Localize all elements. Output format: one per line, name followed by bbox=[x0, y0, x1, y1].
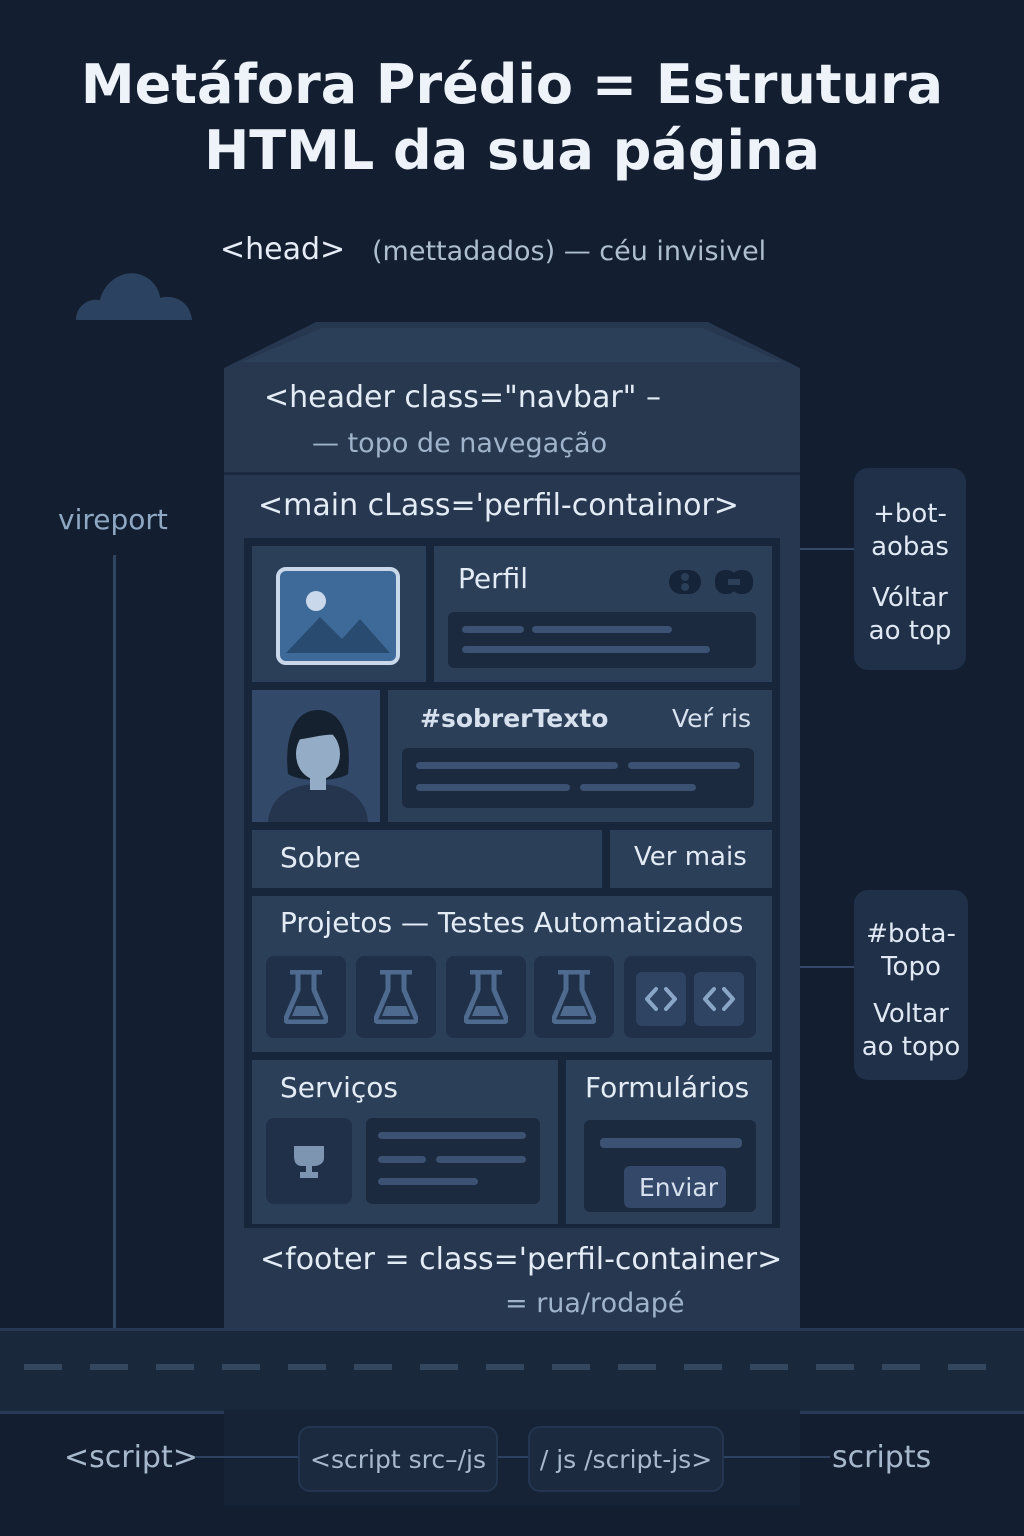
script-src-box: <script src–/js bbox=[298, 1426, 498, 1492]
formularios-label: Formulários bbox=[585, 1071, 750, 1104]
head-note-label: (mettadados) — céu invisivel bbox=[372, 236, 767, 267]
head-tag-label: <head> bbox=[220, 232, 346, 267]
scripts-label: scripts bbox=[832, 1440, 932, 1475]
road-dash bbox=[750, 1364, 788, 1370]
road bbox=[0, 1328, 1024, 1414]
side-box-line: +bot- bbox=[873, 499, 947, 529]
script-js-box: / js /script-js> bbox=[528, 1426, 724, 1492]
side-box-line: ao top bbox=[868, 616, 952, 646]
sobre-label: Sobre bbox=[280, 841, 361, 874]
road-dash bbox=[222, 1364, 260, 1370]
footer-note-label: = rua/rodapé bbox=[505, 1288, 685, 1319]
side-box-line: Vóltar bbox=[872, 583, 948, 613]
text-line bbox=[436, 1156, 526, 1163]
road-dash bbox=[882, 1364, 920, 1370]
text-line bbox=[462, 646, 710, 653]
road-dash bbox=[816, 1364, 854, 1370]
title-line-1: Metáfora Prédio = Estrutura bbox=[80, 53, 944, 116]
cloud-icon bbox=[76, 273, 192, 320]
connector-line bbox=[800, 548, 856, 550]
servicos-label: Serviços bbox=[280, 1071, 398, 1104]
road-dash bbox=[684, 1364, 722, 1370]
text-line bbox=[378, 1132, 526, 1139]
header-tag-label: <header class="navbar" – bbox=[264, 380, 662, 415]
text-line bbox=[462, 626, 524, 633]
footer-tag-label: <footer = class='perfil-container> bbox=[260, 1242, 783, 1277]
script-wire bbox=[190, 1456, 300, 1458]
connector-line bbox=[800, 966, 856, 968]
road-dash bbox=[354, 1364, 392, 1370]
text-line bbox=[416, 784, 570, 791]
road-dash bbox=[90, 1364, 128, 1370]
back-to-top-box-2[interactable]: #bota- Topo Voltar ao topo bbox=[854, 890, 968, 1080]
ver-ris-label: Veŕ ris bbox=[672, 704, 752, 733]
title-line-2: HTML da sua página bbox=[204, 119, 820, 182]
text-line bbox=[532, 626, 672, 633]
road-dash bbox=[288, 1364, 326, 1370]
viewport-label: vireport bbox=[58, 503, 168, 536]
road-dash bbox=[24, 1364, 62, 1370]
script-wire bbox=[498, 1456, 530, 1458]
text-line bbox=[628, 762, 740, 769]
main-tag-label: <main cLass='perfil-containor> bbox=[258, 488, 739, 523]
script-wire bbox=[724, 1456, 830, 1458]
projetos-label: Projetos — Testes Automatizados bbox=[280, 906, 744, 939]
flask-icon bbox=[374, 970, 418, 1024]
back-to-top-box-1[interactable]: +bot- aobas Vóltar ao top bbox=[854, 468, 966, 670]
building-roof bbox=[224, 322, 800, 368]
script-tag-label: <script> bbox=[64, 1440, 198, 1475]
road-dash bbox=[486, 1364, 524, 1370]
flask-icon bbox=[552, 970, 596, 1024]
speaker-icon bbox=[294, 1146, 324, 1178]
side-box-line: Voltar bbox=[873, 999, 949, 1029]
flask-icon bbox=[464, 970, 508, 1024]
flask-icon bbox=[284, 970, 328, 1024]
sobre-texto-id-label: #sobrerTexto bbox=[420, 704, 609, 733]
image-icon bbox=[276, 567, 400, 665]
sobre-text-block bbox=[402, 748, 754, 808]
ver-mais-label: Ver mais bbox=[634, 842, 747, 872]
text-line bbox=[378, 1156, 426, 1163]
diagram-title: Metáfora Prédio = Estrutura HTML da sua … bbox=[0, 52, 1024, 184]
enviar-label: Enviar bbox=[639, 1173, 718, 1202]
avatar-icon bbox=[268, 710, 368, 822]
road-dash bbox=[156, 1364, 194, 1370]
form-input-line[interactable] bbox=[600, 1138, 742, 1148]
toggle-icon bbox=[669, 570, 701, 594]
side-box-line: aobas bbox=[871, 532, 949, 562]
perfil-label: Perfil bbox=[458, 562, 529, 595]
text-line bbox=[580, 784, 696, 791]
text-line bbox=[416, 762, 618, 769]
code-icon bbox=[645, 987, 677, 1011]
code-icon bbox=[703, 987, 735, 1011]
viewport-line bbox=[113, 555, 116, 1330]
text-line bbox=[378, 1178, 478, 1185]
road-dash bbox=[552, 1364, 590, 1370]
side-box-line: #bota- bbox=[866, 919, 956, 949]
road-dash bbox=[618, 1364, 656, 1370]
road-dash bbox=[948, 1364, 986, 1370]
link-icon bbox=[715, 570, 753, 594]
side-box-line: ao topo bbox=[861, 1032, 961, 1062]
road-dash bbox=[420, 1364, 458, 1370]
perfil-text-block bbox=[448, 612, 756, 668]
side-box-line: Topo bbox=[881, 952, 941, 982]
header-note-label: — topo de navegação bbox=[312, 428, 608, 459]
